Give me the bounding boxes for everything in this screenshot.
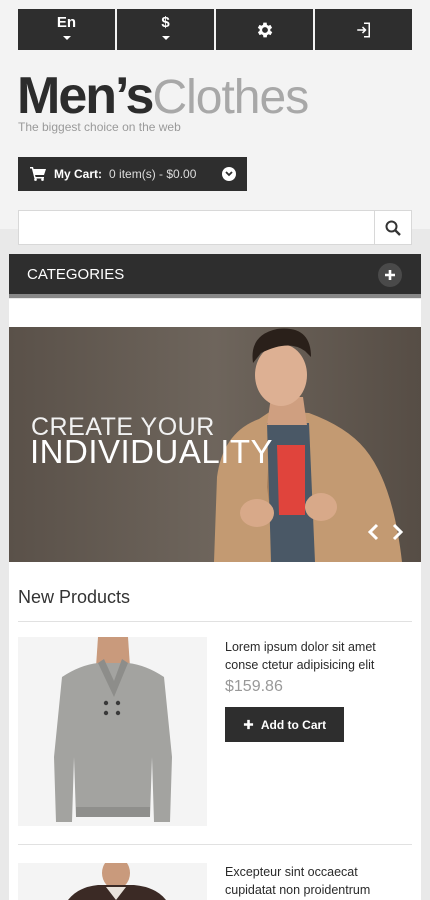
chevron-right-icon[interactable]: [390, 523, 404, 541]
cart-icon: [30, 167, 46, 181]
language-label: En: [56, 14, 77, 31]
search-button[interactable]: [374, 211, 411, 244]
language-selector[interactable]: En: [18, 9, 117, 50]
sign-in-icon: [356, 22, 370, 37]
hero-banner[interactable]: CREATE YOUR INDIVIDUALITY: [9, 327, 421, 562]
product-image[interactable]: [18, 863, 207, 900]
gear-icon: [257, 22, 272, 37]
currency-label: $: [161, 14, 170, 31]
section-divider: [18, 621, 412, 622]
search-icon: [385, 220, 401, 236]
categories-toggle[interactable]: CATEGORIES: [9, 254, 421, 298]
add-to-cart-button[interactable]: Add to Cart: [225, 707, 344, 742]
product-name[interactable]: Excepteur sint occaecat cupidatat non pr…: [225, 863, 405, 899]
site-tagline: The biggest choice on the web: [18, 120, 181, 134]
main-content: CREATE YOUR INDIVIDUALITY New Products L…: [9, 299, 421, 900]
logo-text-light: Clothes: [152, 71, 309, 124]
settings-button[interactable]: [216, 9, 315, 50]
logo-text-bold: Men’s: [17, 67, 154, 125]
plus-icon: [243, 719, 253, 730]
banner-headline-line2: INDIVIDUALITY: [30, 433, 274, 470]
product-price: $159.86: [225, 678, 283, 695]
jacket-image: [18, 863, 207, 900]
cart-button[interactable]: My Cart: 0 item(s) - $0.00: [18, 157, 247, 191]
search-bar: [18, 210, 412, 245]
product-divider: [18, 844, 412, 845]
currency-selector[interactable]: $: [117, 9, 216, 50]
search-input[interactable]: [19, 211, 374, 244]
product-name[interactable]: Lorem ipsum dolor sit amet conse ctetur …: [225, 638, 405, 674]
new-products-title: New Products: [18, 587, 131, 607]
add-to-cart-label: Add to Cart: [260, 717, 327, 732]
categories-label: CATEGORIES: [27, 265, 125, 283]
cart-summary: 0 item(s) - $0.00: [109, 167, 197, 181]
plus-icon: [378, 263, 402, 287]
caret-down-icon: [62, 36, 71, 40]
caret-down-icon: [161, 36, 170, 40]
chevron-down-icon[interactable]: [222, 167, 236, 181]
cart-label: My Cart:: [54, 167, 103, 181]
product-image[interactable]: [18, 637, 207, 826]
top-bar: En $: [18, 9, 412, 50]
chevron-left-icon[interactable]: [367, 523, 381, 541]
login-button[interactable]: [315, 9, 412, 50]
sweater-image: [18, 637, 207, 826]
